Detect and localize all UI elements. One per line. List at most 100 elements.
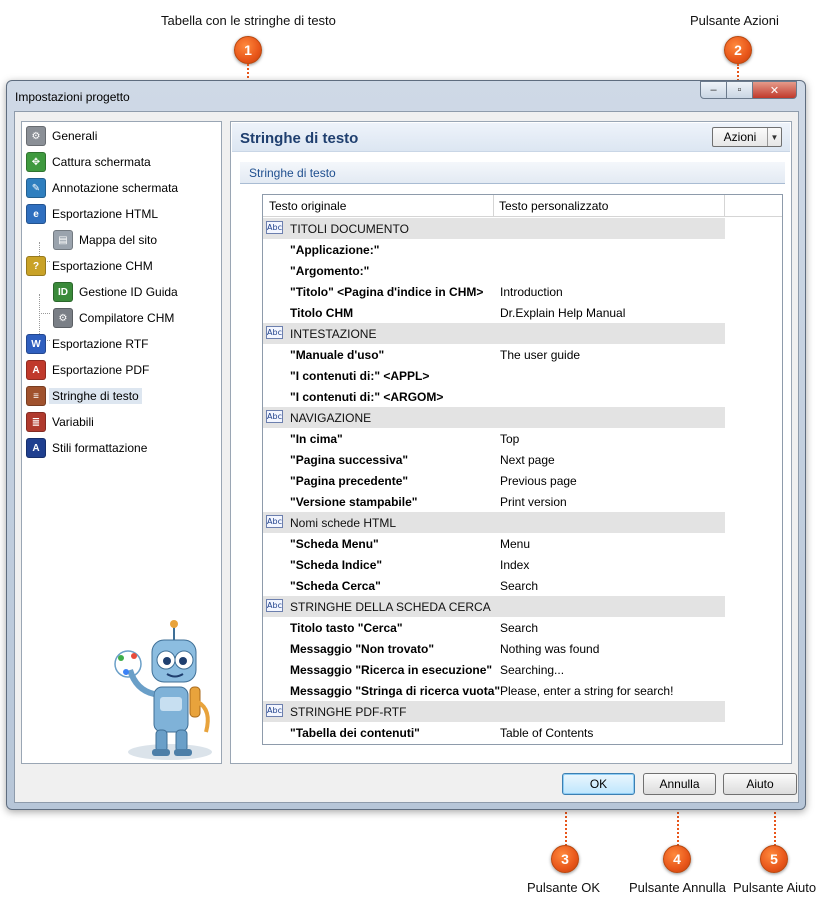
table-row[interactable]: "Argomento:" <box>263 260 725 281</box>
annotation-label-4: Pulsante Annulla <box>629 880 726 895</box>
custom-text-cell[interactable]: Top <box>500 432 519 446</box>
table-row[interactable]: "Scheda Cerca" Search <box>263 575 725 596</box>
ok-button-label: OK <box>589 777 608 791</box>
column-separator[interactable] <box>724 195 725 217</box>
table-group-row[interactable]: Abc STRINGHE PDF-RTF <box>263 701 725 722</box>
custom-text-cell[interactable]: Menu <box>500 537 530 551</box>
table-group-row[interactable]: Abc INTESTAZIONE <box>263 323 725 344</box>
project-settings-window: Impostazioni progetto – ▫ ✕ ⚙ Generali ✥… <box>6 80 806 810</box>
formatting-styles-icon: A <box>26 438 46 458</box>
original-text-cell: Titolo CHM <box>290 306 354 320</box>
table-row[interactable]: Messaggio "Non trovato" Nothing was found <box>263 638 725 659</box>
sidebar-item-gear[interactable]: ⚙ Generali <box>26 125 97 147</box>
ok-button[interactable]: OK <box>562 773 635 795</box>
help-id-icon: ID <box>53 282 73 302</box>
maximize-button[interactable]: ▫ <box>727 81 753 99</box>
custom-text-cell[interactable]: Index <box>500 558 529 572</box>
custom-text-cell[interactable]: The user guide <box>500 348 580 362</box>
group-label: TITOLI DOCUMENTO <box>290 222 409 236</box>
sidebar-item-help-id[interactable]: ID Gestione ID Guida <box>53 281 178 303</box>
cancel-button[interactable]: Annulla <box>643 773 716 795</box>
minimize-icon: – <box>710 84 717 96</box>
table-row[interactable]: "I contenuti di:" <ARGOM> <box>263 386 725 407</box>
column-header-original[interactable]: Testo originale <box>269 199 346 213</box>
original-text-cell: "Tabella dei contenuti" <box>290 726 420 740</box>
table-group-row[interactable]: Abc STRINGHE DELLA SCHEDA CERCA <box>263 596 725 617</box>
sidebar-item-variables[interactable]: ≣ Variabili <box>26 411 94 433</box>
title-bar[interactable]: Impostazioni progetto – ▫ ✕ <box>7 81 805 111</box>
sidebar-item-label: Variabili <box>52 415 94 429</box>
chevron-down-icon[interactable]: ▼ <box>767 128 781 146</box>
original-text-cell: "Scheda Menu" <box>290 537 379 551</box>
rtf-export-icon: W <box>26 334 46 354</box>
table-row[interactable]: "In cima" Top <box>263 428 725 449</box>
group-label: STRINGHE PDF-RTF <box>290 705 407 719</box>
column-header-custom[interactable]: Testo personalizzato <box>499 199 608 213</box>
custom-text-cell[interactable]: Dr.Explain Help Manual <box>500 306 625 320</box>
table-row[interactable]: "Scheda Menu" Menu <box>263 533 725 554</box>
sidebar-item-html-export[interactable]: e Esportazione HTML <box>26 203 158 225</box>
table-row[interactable]: "Applicazione:" <box>263 239 725 260</box>
custom-text-cell[interactable]: Please, enter a string for search! <box>500 684 673 698</box>
custom-text-cell[interactable]: Search <box>500 621 538 635</box>
table-group-row[interactable]: Abc Nomi schede HTML <box>263 512 725 533</box>
tree-connector <box>39 313 50 314</box>
actions-label: Azioni <box>723 130 757 144</box>
sitemap-icon: ▤ <box>53 230 73 250</box>
table-group-row[interactable]: Abc NAVIGAZIONE <box>263 407 725 428</box>
minimize-button[interactable]: – <box>700 81 727 99</box>
sidebar-item-rtf-export[interactable]: W Esportazione RTF <box>26 333 149 355</box>
original-text-cell: "I contenuti di:" <APPL> <box>290 369 430 383</box>
table-row[interactable]: "Versione stampabile" Print version <box>263 491 725 512</box>
sidebar-item-formatting-styles[interactable]: A Stili formattazione <box>26 437 147 459</box>
window-title: Impostazioni progetto <box>15 90 130 104</box>
custom-text-cell[interactable]: Searching... <box>500 663 564 677</box>
table-row[interactable]: "Scheda Indice" Index <box>263 554 725 575</box>
text-strings-panel: Stringhe di testo Azioni ▼ Stringhe di t… <box>230 121 792 764</box>
sidebar-item-pdf-export[interactable]: A Esportazione PDF <box>26 359 149 381</box>
sidebar-item-annotation[interactable]: ✎ Annotazione schermata <box>26 177 178 199</box>
table-row[interactable]: "I contenuti di:" <APPL> <box>263 365 725 386</box>
text-group-icon: Abc <box>266 515 283 528</box>
close-icon: ✕ <box>769 84 780 97</box>
sidebar-item-sitemap[interactable]: ▤ Mappa del sito <box>53 229 157 251</box>
original-text-cell: Messaggio "Stringa di ricerca vuota" <box>290 684 501 698</box>
table-row[interactable]: Titolo tasto "Cerca" Search <box>263 617 725 638</box>
custom-text-cell[interactable]: Previous page <box>500 474 577 488</box>
original-text-cell: "Pagina successiva" <box>290 453 409 467</box>
column-separator[interactable] <box>493 195 494 217</box>
custom-text-cell[interactable]: Nothing was found <box>500 642 599 656</box>
sidebar-item-label: Stringhe di testo <box>49 388 142 404</box>
sidebar-item-compiler[interactable]: ⚙ Compilatore CHM <box>53 307 174 329</box>
original-text-cell: "Pagina precedente" <box>290 474 409 488</box>
robot-mascot-illustration <box>114 620 212 760</box>
custom-text-cell[interactable]: Introduction <box>500 285 563 299</box>
close-button[interactable]: ✕ <box>753 81 797 99</box>
group-label: INTESTAZIONE <box>290 327 377 341</box>
custom-text-cell[interactable]: Search <box>500 579 538 593</box>
table-row[interactable]: "Pagina precedente" Previous page <box>263 470 725 491</box>
help-button[interactable]: Aiuto <box>723 773 797 795</box>
annotation-marker-5: 5 <box>760 845 788 873</box>
annotation-label-3: Pulsante OK <box>527 880 600 895</box>
sidebar-item-chm-export[interactable]: ? Esportazione CHM <box>26 255 153 277</box>
table-group-row[interactable]: Abc TITOLI DOCUMENTO <box>263 218 725 239</box>
custom-text-cell[interactable]: Table of Contents <box>500 726 593 740</box>
table-row[interactable]: Messaggio "Stringa di ricerca vuota" Plea… <box>263 680 725 701</box>
custom-text-cell[interactable]: Print version <box>500 495 567 509</box>
sidebar-item-text-strings[interactable]: ≡ Stringhe di testo <box>26 385 142 407</box>
actions-dropdown-button[interactable]: Azioni ▼ <box>712 127 782 147</box>
section-header: Stringhe di testo <box>240 162 785 184</box>
custom-text-cell[interactable]: Next page <box>500 453 555 467</box>
original-text-cell: "Versione stampabile" <box>290 495 418 509</box>
table-row[interactable]: "Tabella dei contenuti" Table of Contents <box>263 722 725 743</box>
table-row[interactable]: "Manuale d'uso" The user guide <box>263 344 725 365</box>
cancel-button-label: Annulla <box>659 777 700 791</box>
table-row[interactable]: Messaggio "Ricerca in esecuzione" Searchi… <box>263 659 725 680</box>
annotation-label-1: Tabella con le stringhe di testo <box>161 13 336 28</box>
table-header: Testo originale Testo personalizzato <box>263 195 782 217</box>
table-row[interactable]: "Pagina successiva" Next page <box>263 449 725 470</box>
table-row[interactable]: "Titolo" <Pagina d'indice in CHM> Introdu… <box>263 281 725 302</box>
table-row[interactable]: Titolo CHM Dr.Explain Help Manual <box>263 302 725 323</box>
sidebar-item-capture[interactable]: ✥ Cattura schermata <box>26 151 151 173</box>
